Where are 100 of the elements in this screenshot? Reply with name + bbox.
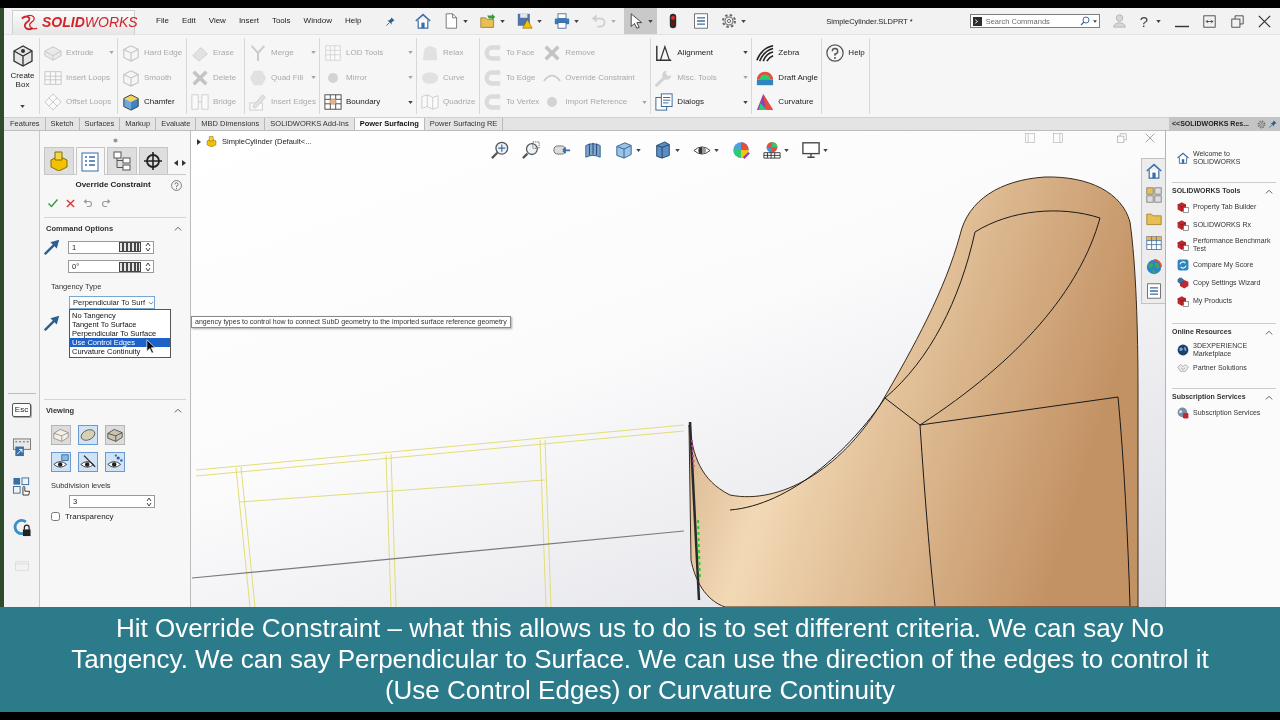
arrow-icon[interactable] — [44, 239, 60, 255]
caret-icon[interactable] — [1156, 19, 1161, 23]
collapse-icon[interactable] — [1265, 329, 1273, 335]
display-toggle-button[interactable] — [78, 452, 98, 472]
scroll-right-icon[interactable] — [182, 160, 186, 166]
menu-item[interactable]: Window — [303, 16, 333, 26]
menu-item[interactable]: View — [208, 16, 226, 26]
caret-icon[interactable] — [1092, 19, 1097, 23]
window-grid-icon — [324, 93, 342, 112]
sync-icon — [1177, 259, 1189, 272]
minimize-icon[interactable] — [1175, 24, 1189, 28]
printer-icon — [553, 13, 570, 29]
pin-icon[interactable] — [1269, 120, 1277, 128]
globe-icon[interactable] — [1145, 259, 1162, 275]
spin-arrows-icon[interactable] — [145, 242, 151, 252]
ribbon-button[interactable]: Alignment — [655, 41, 749, 65]
settings-icon[interactable] — [1257, 119, 1266, 129]
caret-icon — [408, 51, 413, 55]
mouse-pointer-icon — [146, 339, 156, 354]
eye-square-icon — [53, 454, 69, 470]
collapse-icon[interactable] — [174, 225, 182, 231]
cancel-icon[interactable] — [66, 198, 75, 208]
restore-icon[interactable] — [1231, 14, 1244, 28]
check-icon[interactable] — [48, 198, 58, 208]
esc-key[interactable]: Esc — [11, 403, 32, 417]
menu-item[interactable]: File — [156, 16, 169, 26]
shaded-cube-icon — [654, 141, 672, 159]
create-box-button[interactable]: Create Box — [6, 38, 40, 114]
drag-handle-icon[interactable] — [112, 138, 118, 143]
part-icon — [48, 151, 69, 171]
eye-icon — [693, 144, 711, 156]
view-toolbar-button[interactable] — [693, 144, 719, 156]
folder-icon[interactable] — [1145, 211, 1162, 227]
menu-item[interactable]: Help — [345, 16, 362, 26]
sphere-floor-icon — [763, 141, 781, 159]
magnet-icon — [484, 93, 502, 112]
menu-item[interactable]: Edit — [181, 16, 196, 26]
fit-width-icon[interactable] — [1203, 14, 1216, 28]
home-icon[interactable] — [1145, 163, 1162, 179]
close-icon[interactable] — [1258, 14, 1271, 28]
view-toolbar-button[interactable] — [654, 141, 680, 159]
search-icon[interactable] — [1079, 16, 1090, 26]
list-icon[interactable] — [1145, 283, 1162, 299]
menu-item[interactable]: Insert — [238, 16, 259, 26]
redo-icon[interactable] — [101, 198, 111, 208]
thumbwheel-icon[interactable] — [119, 261, 141, 272]
spin-arrows-icon[interactable] — [145, 261, 151, 272]
grid-hand-icon[interactable] — [11, 476, 32, 496]
scroll-left-icon[interactable] — [174, 160, 178, 166]
spin-arrows-icon[interactable] — [146, 496, 152, 507]
ribbon-button[interactable]: Draft Angle — [756, 65, 819, 90]
display-toggle-button[interactable] — [51, 452, 71, 472]
ribbon-button[interactable]: Chamfer — [122, 90, 183, 114]
rotate-lock-icon[interactable] — [11, 517, 32, 537]
ribbon-button[interactable]: Boundary — [324, 90, 413, 114]
settings-icon — [720, 13, 737, 29]
ribbon-button[interactable]: Curvature — [756, 90, 819, 114]
table-icon[interactable] — [1145, 235, 1162, 251]
map-icon — [421, 93, 439, 112]
ribbon-button[interactable]: Zebra — [756, 41, 819, 65]
view-toolbar-button[interactable] — [584, 141, 602, 159]
ribbon-button[interactable]: Dialogs — [655, 90, 749, 114]
window-arrow-icon[interactable] — [11, 437, 32, 457]
home-icon — [1177, 152, 1189, 165]
magnet-icon — [484, 68, 502, 87]
help-button[interactable]: ? — [1139, 13, 1148, 29]
help-icon[interactable] — [171, 179, 182, 191]
cube-badge-icon — [1177, 295, 1189, 308]
eye-slash-icon — [80, 454, 96, 470]
thumbwheel-icon[interactable] — [119, 242, 141, 252]
expand-arrow-icon[interactable] — [197, 138, 201, 145]
view-toolbar-button[interactable] — [491, 141, 509, 159]
arrow-icon[interactable] — [44, 315, 60, 331]
box-icon — [53, 427, 69, 443]
panel-title: Override Constraint — [74, 180, 152, 190]
ribbon-button[interactable]: Help — [826, 41, 867, 65]
view-toolbar-button[interactable] — [763, 141, 789, 159]
toolbar-button[interactable] — [623, 8, 657, 34]
save-icon — [516, 13, 533, 29]
shaded-box-icon — [107, 427, 123, 443]
view-toolbar-button[interactable] — [802, 141, 828, 159]
cross-icon — [543, 43, 562, 62]
stripes-icon — [756, 43, 775, 62]
view-toolbar-button[interactable] — [732, 141, 750, 159]
collapse-icon[interactable] — [1265, 394, 1273, 400]
display-toggle-button[interactable] — [105, 425, 125, 445]
pin-icon[interactable] — [385, 16, 395, 26]
display-toggle-button[interactable] — [51, 425, 71, 445]
collapse-icon[interactable] — [174, 407, 182, 413]
display-toggle-button[interactable] — [105, 452, 125, 472]
menu-item[interactable]: Tools — [271, 16, 291, 26]
panel-tab[interactable] — [138, 147, 168, 174]
collapse-icon[interactable] — [1265, 188, 1273, 194]
monitor-icon — [802, 141, 820, 159]
display-toggle-button[interactable] — [78, 425, 98, 445]
undo-icon[interactable] — [83, 198, 93, 208]
crosshair-icon — [143, 151, 164, 171]
checkbox[interactable] — [51, 512, 60, 522]
caret-icon — [311, 51, 316, 55]
view-toolbar-button[interactable] — [522, 141, 540, 159]
